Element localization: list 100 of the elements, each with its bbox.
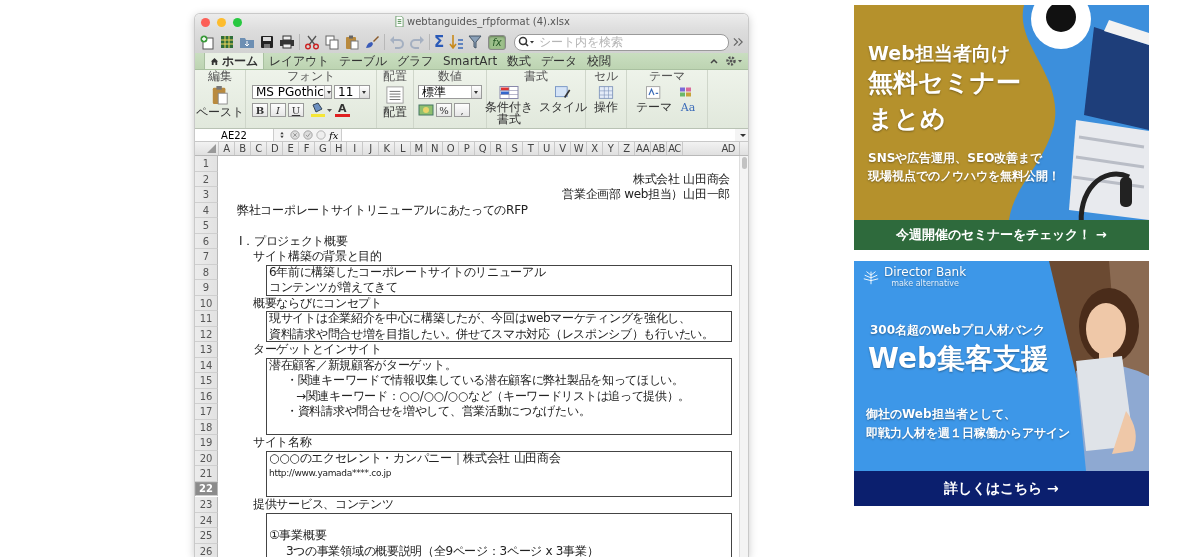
column-header[interactable]: L [395,142,411,155]
column-header[interactable]: AC [667,142,683,155]
column-header[interactable]: A [219,142,235,155]
search-icon[interactable] [517,35,534,48]
column-header[interactable]: T [523,142,539,155]
column-header[interactable]: R [491,142,507,155]
column-header[interactable]: B [235,142,251,155]
new-document-icon[interactable] [199,34,215,50]
column-header[interactable]: X [587,142,603,155]
column-header[interactable]: F [299,142,315,155]
row-header[interactable]: 1 [195,156,218,172]
copy-icon[interactable] [324,34,340,50]
ribbon-tab[interactable]: ホーム [204,53,264,69]
sort-icon[interactable] [448,34,465,50]
cell-text: →関連キーワード：○○/○○/○○など（キーワードリストは追って提供）。 [296,388,691,404]
name-box[interactable]: AE22 [195,129,274,141]
row-header[interactable]: 7 [195,249,218,265]
ribbon-tab[interactable]: レイアウト [264,53,334,69]
settings-icon[interactable] [725,55,743,67]
confirm-icon[interactable] [303,130,313,140]
column-header[interactable]: Q [475,142,491,155]
table-icon[interactable] [596,85,616,100]
insert-function-button[interactable]: fx [329,129,339,141]
row-header[interactable]: 25 [195,528,218,544]
row-header[interactable]: 17 [195,404,218,420]
autosum-button[interactable]: Σ [434,34,445,50]
column-header[interactable]: S [507,142,523,155]
percent-button[interactable]: % [436,103,452,117]
theme-fonts-button[interactable]: Aa [680,101,696,114]
font-select[interactable]: MS PGothic [252,85,332,99]
save-icon[interactable] [259,34,275,50]
grid-icon[interactable] [219,34,235,50]
column-header[interactable]: Y [603,142,619,155]
column-header[interactable]: O [443,142,459,155]
cta-button[interactable]: 今週開催のセミナーをチェック！ → [854,220,1149,250]
column-header[interactable]: I [347,142,363,155]
column-header[interactable]: Z [619,142,635,155]
row-header[interactable]: 15 [195,373,218,389]
row-header[interactable]: 9 [195,280,218,296]
column-header[interactable]: K [379,142,395,155]
column-header[interactable]: D [267,142,283,155]
conditional-format-icon[interactable] [499,85,519,100]
row-header[interactable]: 23 [195,497,218,513]
collapse-ribbon-icon[interactable] [709,56,719,66]
row-header[interactable]: 5 [195,218,218,234]
printer-icon[interactable] [279,34,295,50]
clipboard-icon[interactable] [211,85,229,105]
underline-button[interactable]: U [288,103,304,117]
fill-color-icon[interactable] [309,102,333,118]
search-field[interactable]: シート内を検索 [513,33,729,51]
row-header[interactable]: 19 [195,435,218,451]
brush-icon[interactable] [364,34,380,50]
styles-icon[interactable] [553,85,573,100]
column-header[interactable]: M [411,142,427,155]
row-header[interactable]: 3 [195,187,218,203]
row-header[interactable]: 11 [195,311,218,327]
chevron-icon[interactable] [733,37,744,47]
column-header[interactable]: J [363,142,379,155]
column-header[interactable]: U [539,142,555,155]
font-color-button[interactable]: A [335,103,350,117]
column-header[interactable]: W [571,142,587,155]
italic-button[interactable]: I [270,103,286,117]
column-header[interactable]: AD [683,142,740,155]
ribbon-tab[interactable]: SmartArt [438,53,503,69]
conditional-format-label: 条件付き 書式 [485,101,533,125]
ribbon-tab[interactable]: テーブル [334,53,392,69]
ribbon-tab[interactable]: グラフ [392,53,438,69]
ribbon-tab[interactable]: データ [536,53,583,69]
column-header[interactable]: V [555,142,571,155]
align-icon[interactable] [386,85,404,105]
cell-text: 営業企画部 web担当）山田一郎 [562,187,730,203]
column-header[interactable]: G [315,142,331,155]
formula-field[interactable] [341,129,735,141]
clipboard-icon[interactable] [344,34,360,50]
comma-style-button[interactable]: , [454,103,470,117]
group-label: 編集 [208,70,232,83]
filter-icon[interactable] [468,34,485,50]
column-header[interactable]: C [251,142,267,155]
cta-button[interactable]: 詳しくはこちら → [854,471,1149,506]
column-header[interactable]: AA [635,142,651,155]
cell-text: 6年前に構築したコーポレートサイトのリニューアル [269,264,546,280]
scrollbar[interactable] [739,156,748,557]
number-format-select[interactable]: 標準 [418,85,482,99]
function-button[interactable]: fx [488,34,506,50]
row-header[interactable]: 21 [195,466,218,482]
column-header[interactable]: E [283,142,299,155]
column-header[interactable]: P [459,142,475,155]
ribbon-tab[interactable]: 校閲 [582,53,617,69]
close-button[interactable] [201,18,210,27]
ribbon-tab[interactable]: 数式 [502,53,537,69]
currency-icon[interactable] [418,102,434,118]
column-header[interactable]: AB [651,142,667,155]
row-header[interactable]: 13 [195,342,218,358]
column-header[interactable]: H [331,142,347,155]
font-size-select[interactable]: 11 [334,85,370,99]
column-header[interactable]: N [427,142,443,155]
ad-headline: 無料セミナー [868,67,1021,99]
bold-button[interactable]: B [252,103,268,117]
scissors-icon[interactable] [304,34,320,50]
cell-text: http://www.yamada****.co.jp [269,467,392,481]
